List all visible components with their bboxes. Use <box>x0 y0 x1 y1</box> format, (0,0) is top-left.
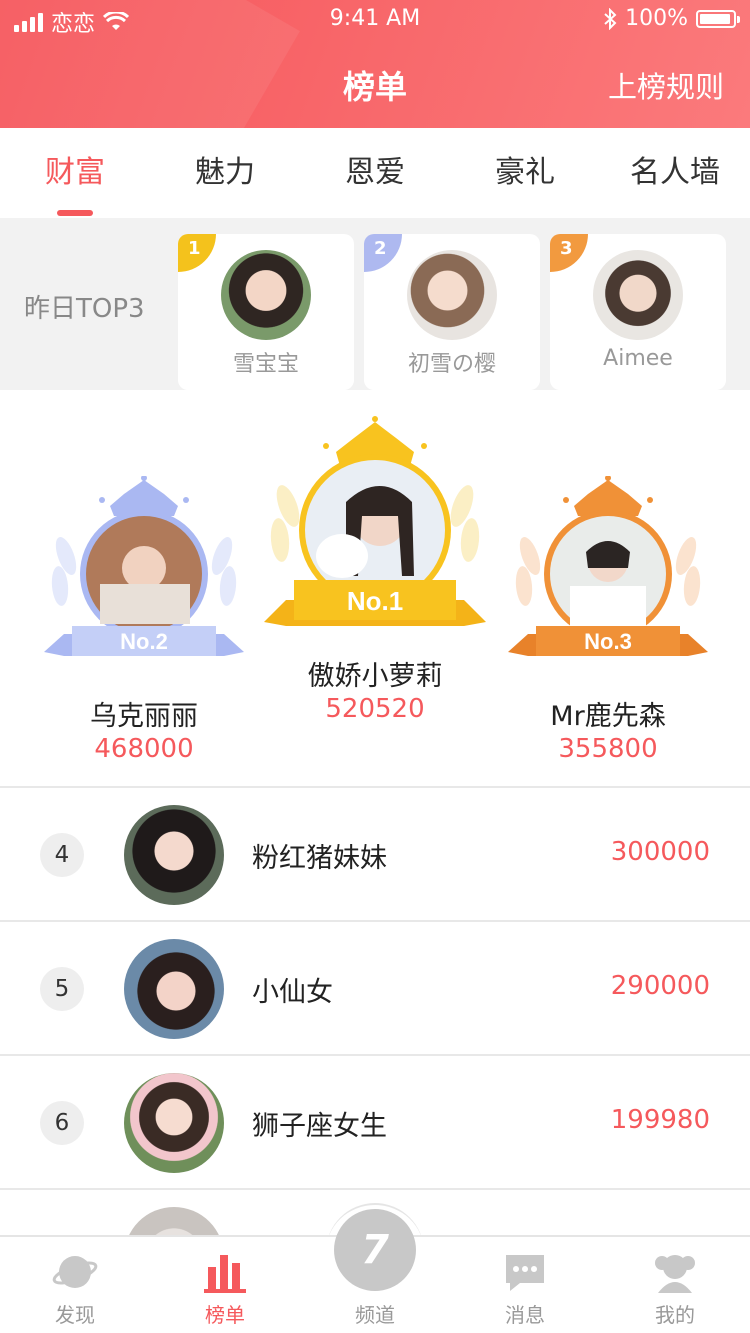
nav-messages[interactable]: 消息 <box>450 1237 600 1333</box>
rank-badge: 3 <box>550 234 588 272</box>
avatar <box>124 1073 224 1173</box>
podium-badge-first: No.1 <box>347 586 403 616</box>
podium-score-third: 355800 <box>558 734 658 764</box>
header-bar: 恋恋 9:41 AM 100% 榜单 上榜规则 <box>0 0 750 128</box>
channel-icon[interactable]: 7 <box>334 1209 416 1291</box>
podium-frame-first: No.1 <box>264 416 486 626</box>
avatar <box>124 805 224 905</box>
podium-score-first: 520520 <box>325 694 425 724</box>
podium-second[interactable]: No.2 乌克丽丽 468000 <box>40 475 248 776</box>
avatar <box>407 250 497 340</box>
battery-percentage: 100% <box>625 6 688 31</box>
user-name: 狮子座女生 <box>252 1111 387 1142</box>
user-name: 小仙女 <box>252 977 333 1008</box>
tab-charm[interactable]: 魅力 <box>150 128 300 218</box>
yesterday-top3-strip: 昨日TOP3 1 雪宝宝 2 初雪の樱 3 Aimee <box>0 218 750 390</box>
podium-third[interactable]: No.3 Mr鹿先森 355800 <box>504 475 712 776</box>
list-item[interactable]: 4 粉红猪妹妹 300000 <box>0 786 750 920</box>
podium-name-first: 傲娇小萝莉 <box>307 661 443 692</box>
user-score: 290000 <box>610 971 710 1001</box>
yesterday-name: 初雪の樱 <box>407 352 496 377</box>
yesterday-name: 雪宝宝 <box>232 352 299 377</box>
bar-chart-icon <box>204 1255 246 1293</box>
user-score: 300000 <box>610 837 710 867</box>
avatar <box>124 939 224 1039</box>
rank-number: 4 <box>40 833 84 877</box>
planet-icon <box>52 1256 98 1288</box>
nav-profile[interactable]: 我的 <box>600 1237 750 1333</box>
user-name: 粉红猪妹妹 <box>252 843 387 874</box>
podium-badge-third: No.3 <box>584 629 632 654</box>
ranking-list: 4 粉红猪妹妹 300000 5 小仙女 290000 6 狮子座女生 1999… <box>0 786 750 1248</box>
yesterday-card-2[interactable]: 2 初雪の樱 <box>364 234 540 390</box>
podium-first[interactable]: No.1 傲娇小萝莉 520520 <box>262 416 488 726</box>
bluetooth-icon <box>604 7 617 30</box>
nav-label: 频道 <box>355 1303 395 1327</box>
yesterday-card-3[interactable]: 3 Aimee <box>550 234 726 390</box>
tab-wealth[interactable]: 财富 <box>0 128 150 218</box>
nav-label: 榜单 <box>205 1303 245 1327</box>
podium-frame-second: No.2 <box>44 475 244 656</box>
podium-frame-third: No.3 <box>508 475 708 656</box>
list-item[interactable]: 6 狮子座女生 199980 <box>0 1054 750 1188</box>
rules-button[interactable]: 上榜规则 <box>608 64 724 106</box>
rank-badge: 1 <box>178 234 216 272</box>
tab-celebrity-wall[interactable]: 名人墙 <box>600 128 750 218</box>
podium-name-third: Mr鹿先森 <box>550 701 666 732</box>
nav-label: 消息 <box>505 1303 545 1327</box>
profile-icon <box>655 1255 695 1293</box>
category-tabs: 财富 魅力 恩爱 豪礼 名人墙 <box>0 128 750 218</box>
tab-gifts[interactable]: 豪礼 <box>450 128 600 218</box>
podium-score-second: 468000 <box>94 734 194 764</box>
rank-badge: 2 <box>364 234 402 272</box>
user-score: 199980 <box>610 1105 710 1135</box>
podium-top3: No.2 乌克丽丽 468000 No.1 傲娇小萝莉 520520 No.3 … <box>0 390 750 786</box>
list-item[interactable]: 5 小仙女 290000 <box>0 920 750 1054</box>
podium-badge-second: No.2 <box>120 629 168 654</box>
nav-label: 我的 <box>655 1303 695 1327</box>
rank-number: 5 <box>40 967 84 1011</box>
avatar <box>221 250 311 340</box>
battery-icon <box>696 9 740 28</box>
nav-ranking[interactable]: 榜单 <box>150 1237 300 1333</box>
podium-name-second: 乌克丽丽 <box>90 701 198 732</box>
message-icon <box>506 1255 544 1291</box>
rank-number: 6 <box>40 1101 84 1145</box>
tab-love[interactable]: 恩爱 <box>300 128 450 218</box>
status-bar: 恋恋 9:41 AM 100% <box>0 0 750 40</box>
nav-label: 发现 <box>55 1303 95 1327</box>
yesterday-name: Aimee <box>603 346 673 371</box>
nav-discover[interactable]: 发现 <box>0 1237 150 1333</box>
yesterday-card-1[interactable]: 1 雪宝宝 <box>178 234 354 390</box>
yesterday-top3-label: 昨日TOP3 <box>24 294 145 324</box>
avatar <box>593 250 683 340</box>
